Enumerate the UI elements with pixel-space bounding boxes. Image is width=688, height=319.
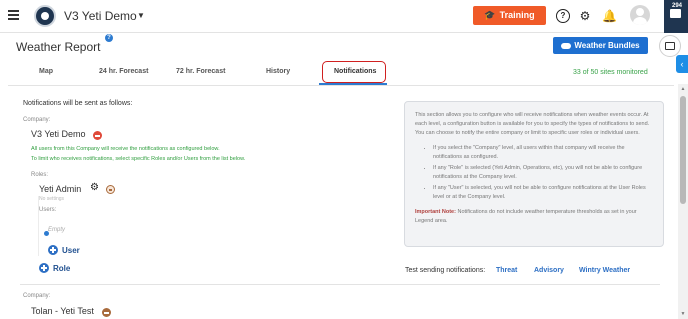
important-label: Important Note: — [415, 209, 456, 215]
calendar-button[interactable] — [659, 35, 681, 57]
calendar-icon — [665, 42, 675, 50]
graduation-cap-icon: 🎓 — [484, 10, 496, 20]
training-button[interactable]: 🎓 Training — [473, 6, 546, 25]
gear-icon[interactable]: ⚙ — [90, 183, 99, 193]
chevron-down-icon[interactable]: ▼ — [137, 11, 145, 20]
info-panel: This section allows you to configure who… — [404, 101, 664, 247]
active-tab-underline — [319, 83, 387, 85]
company2-label: Company: — [23, 293, 51, 299]
scroll-up-icon[interactable]: ▲ — [680, 86, 686, 92]
training-label: Training — [499, 10, 535, 20]
test-notifications-label: Test sending notifications: — [405, 267, 486, 274]
tab-72hr-forecast[interactable]: 72 hr. Forecast — [176, 68, 225, 75]
cloud-icon — [561, 42, 572, 49]
company-label: Company: — [23, 117, 51, 123]
add-role-button[interactable]: Role — [53, 264, 70, 273]
test-advisory-link[interactable]: Advisory — [534, 267, 564, 274]
weather-bundles-label: Weather Bundles — [574, 41, 640, 50]
remove-company-icon[interactable] — [93, 131, 102, 140]
bell-icon[interactable]: 🔔 — [602, 9, 617, 23]
help-icon[interactable]: ? — [556, 9, 570, 23]
scroll-down-icon[interactable]: ▼ — [680, 311, 686, 317]
role-status: No settings — [39, 196, 65, 202]
collapse-panel-tab[interactable]: ‹ — [676, 55, 688, 73]
scrollbar-thumb[interactable] — [680, 96, 686, 204]
info-bullet: If any "Role" is selected (Yeti Admin, O… — [433, 164, 653, 182]
tree-line — [38, 196, 39, 256]
company2-name: Tolan - Yeti Test — [31, 306, 94, 316]
chat-icon — [670, 9, 681, 18]
test-wintry-weather-link[interactable]: Wintry Weather — [579, 267, 630, 274]
remove-company2-icon[interactable] — [102, 308, 111, 317]
company-logo[interactable] — [34, 5, 56, 27]
users-label: Users: — [39, 207, 57, 213]
info-dot-icon — [44, 231, 49, 236]
important-note: Important Note: Notifications do not inc… — [415, 208, 653, 226]
test-threat-link[interactable]: Threat — [496, 267, 517, 274]
add-role-icon[interactable] — [39, 263, 49, 273]
info-bullets: If you select the "Company" level, all u… — [415, 144, 653, 202]
notifications-lead: Notifications will be sent as follows: — [23, 100, 133, 107]
company-name: V3 Yeti Demo — [31, 129, 86, 139]
help-icon[interactable]: ? — [105, 34, 113, 42]
tab-map[interactable]: Map — [39, 68, 53, 75]
company-note-line1: All users from this Company will receive… — [31, 146, 220, 152]
chat-badge: 294 — [672, 3, 683, 9]
section-divider — [20, 284, 660, 285]
info-bullet: If any "User" is selected, you will not … — [433, 184, 653, 202]
tab-history[interactable]: History — [266, 68, 290, 75]
page-title: Weather Report — [16, 40, 101, 54]
gear-icon[interactable]: ⚙ — [578, 9, 592, 23]
info-intro: This section allows you to configure who… — [415, 112, 650, 136]
tab-notifications[interactable]: Notifications — [334, 68, 376, 75]
weather-bundles-button[interactable]: Weather Bundles — [553, 37, 648, 54]
empty-users-text: Empty — [48, 227, 66, 233]
roles-label: Roles: — [31, 172, 49, 178]
app-title[interactable]: V3 Yeti Demo — [64, 9, 137, 23]
add-user-icon[interactable] — [48, 245, 58, 255]
avatar[interactable] — [630, 5, 650, 25]
menu-icon[interactable] — [8, 10, 19, 20]
tab-24hr-forecast[interactable]: 24 hr. Forecast — [99, 68, 148, 75]
chevron-left-icon: ‹ — [680, 59, 684, 69]
sites-monitored: 33 of 50 sites monitored — [573, 69, 648, 76]
info-bullet: If you select the "Company" level, all u… — [433, 144, 653, 162]
role-name: Yeti Admin — [39, 184, 82, 194]
add-user-button[interactable]: User — [62, 246, 80, 255]
company-note-line2: To limit who receives notifications, sel… — [31, 156, 246, 162]
remove-role-icon[interactable] — [106, 185, 115, 194]
